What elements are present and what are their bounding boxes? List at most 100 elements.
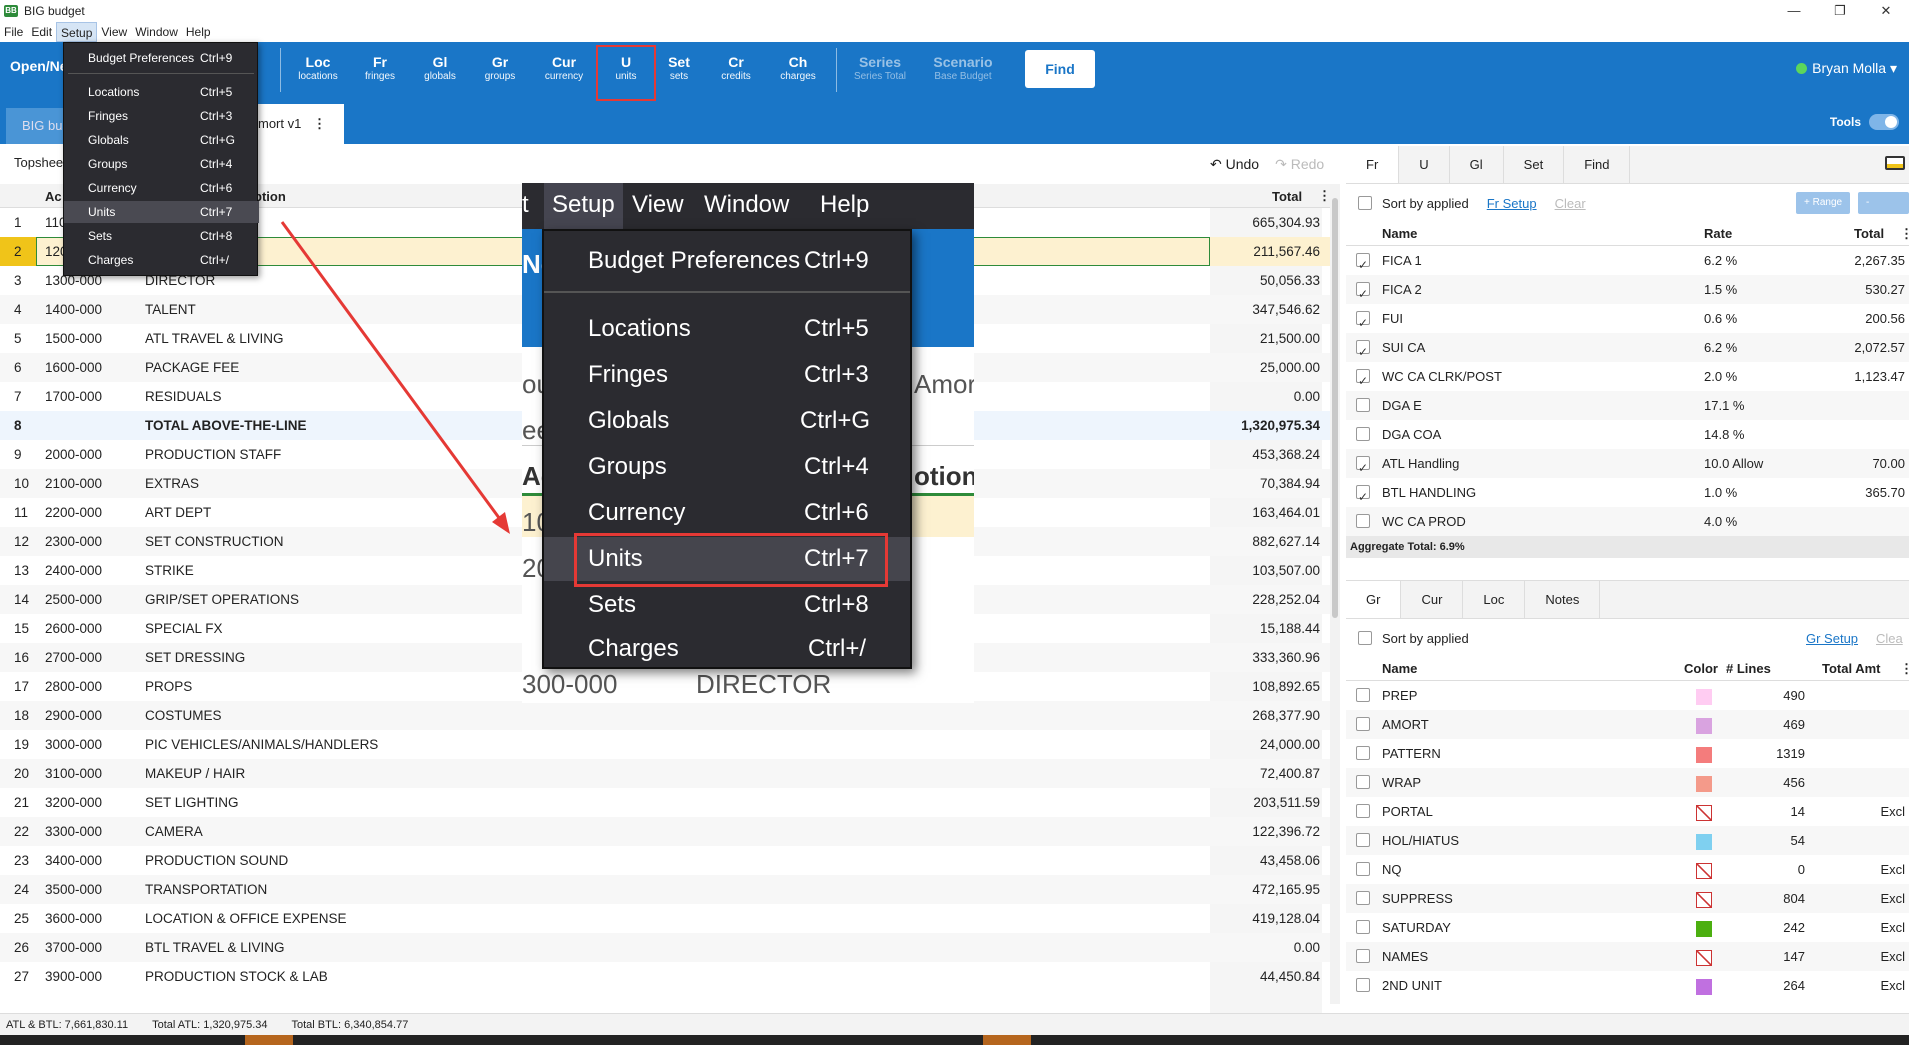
column-menu-icon[interactable]: ⋮ bbox=[1900, 657, 1909, 681]
taskbar-item[interactable] bbox=[245, 1035, 293, 1045]
menu-help[interactable]: Help bbox=[182, 22, 215, 42]
col-account[interactable]: Ac bbox=[45, 189, 62, 204]
scroll-thumb[interactable] bbox=[1332, 198, 1338, 618]
apply-checkbox[interactable] bbox=[1356, 398, 1370, 412]
apply-checkbox[interactable] bbox=[1356, 338, 1370, 367]
clear-link[interactable]: Clea bbox=[1876, 631, 1903, 646]
fringe-row[interactable]: ATL Handling 10.0 Allow 70.00 bbox=[1346, 449, 1909, 483]
apply-checkbox[interactable] bbox=[1356, 717, 1370, 731]
col-total-amt[interactable]: Total Amt bbox=[1822, 657, 1881, 681]
fringe-row[interactable]: BTL HANDLING 1.0 % 365.70 bbox=[1346, 478, 1909, 512]
toggle-switch[interactable] bbox=[1869, 114, 1899, 130]
units-button[interactable]: Uunits bbox=[596, 45, 656, 101]
sort-checkbox[interactable] bbox=[1358, 196, 1372, 210]
remove-range-button[interactable]: - Range bbox=[1858, 192, 1909, 230]
col-name[interactable]: Name bbox=[1382, 222, 1417, 246]
group-row[interactable]: HOL/HIATUS 54 bbox=[1346, 826, 1909, 855]
credits-button[interactable]: Cr credits bbox=[708, 54, 764, 84]
apply-checkbox[interactable] bbox=[1356, 775, 1370, 789]
apply-checkbox[interactable] bbox=[1356, 309, 1370, 338]
menu-item-units[interactable]: Units Ctrl+7 bbox=[64, 201, 259, 223]
col-rate[interactable]: Rate bbox=[1704, 222, 1732, 246]
more-vert-icon[interactable]: ⋮ bbox=[313, 116, 326, 131]
apply-checkbox[interactable] bbox=[1356, 978, 1370, 992]
add-range-button[interactable]: + Range bbox=[1796, 192, 1851, 214]
tab-big-budget[interactable]: BIG bu bbox=[6, 108, 68, 144]
menu-item-globals[interactable]: Globals Ctrl+G bbox=[64, 129, 259, 151]
table-row[interactable]: 24 3500-000 TRANSPORTATION 472,165.95 bbox=[0, 875, 1330, 904]
tab-globals[interactable]: Gl bbox=[1450, 146, 1504, 183]
apply-checkbox[interactable] bbox=[1356, 746, 1370, 760]
table-row[interactable]: 22 3300-000 CAMERA 122,396.72 bbox=[0, 817, 1330, 846]
group-row[interactable]: 2ND UNIT 264 Excl bbox=[1346, 971, 1909, 1000]
tab-units[interactable]: U bbox=[1399, 146, 1450, 183]
fringe-row[interactable]: DGA COA 14.8 % bbox=[1346, 420, 1909, 449]
clear-link[interactable]: Clear bbox=[1555, 196, 1586, 211]
currency-button[interactable]: Cur currency bbox=[536, 54, 592, 84]
col-color[interactable]: Color bbox=[1684, 657, 1718, 681]
col-name[interactable]: Name bbox=[1382, 657, 1417, 681]
apply-checkbox[interactable] bbox=[1356, 427, 1370, 441]
sort-checkbox[interactable] bbox=[1358, 631, 1372, 645]
col-lines[interactable]: # Lines bbox=[1726, 657, 1771, 681]
vertical-scrollbar[interactable] bbox=[1330, 184, 1340, 1004]
apply-checkbox[interactable] bbox=[1356, 454, 1370, 483]
apply-checkbox[interactable] bbox=[1356, 688, 1370, 702]
find-button[interactable]: Find bbox=[1025, 50, 1095, 88]
series-button[interactable]: Series Series Total bbox=[846, 54, 914, 84]
locations-button[interactable]: Loc locations bbox=[290, 54, 346, 84]
menu-window[interactable]: Window bbox=[131, 22, 182, 42]
globals-button[interactable]: Gl globals bbox=[412, 54, 468, 84]
redo-button[interactable]: ↷ Redo bbox=[1275, 156, 1324, 173]
undo-button[interactable]: ↶ Undo bbox=[1210, 156, 1259, 173]
user-menu[interactable]: Bryan Molla ▾ bbox=[1796, 60, 1897, 77]
menu-item-groups[interactable]: Groups Ctrl+4 bbox=[64, 153, 259, 175]
table-row[interactable]: 21 3200-000 SET LIGHTING 203,511.59 bbox=[0, 788, 1330, 817]
menu-item-sets[interactable]: Sets Ctrl+8 bbox=[64, 225, 259, 247]
column-menu-icon[interactable]: ⋮ bbox=[1900, 222, 1909, 246]
menu-setup[interactable]: Setup bbox=[56, 22, 98, 42]
tools-toggle[interactable]: Tools bbox=[1830, 114, 1899, 130]
tab-find[interactable]: Find bbox=[1564, 146, 1631, 183]
fringe-row[interactable]: FICA 1 6.2 % 2,267.35 bbox=[1346, 246, 1909, 280]
table-row[interactable]: 26 3700-000 BTL TRAVEL & LIVING 0.00 bbox=[0, 933, 1330, 962]
tab-groups[interactable]: Gr bbox=[1346, 581, 1402, 618]
groups-button[interactable]: Gr groups bbox=[472, 54, 528, 84]
fringe-row[interactable]: FICA 2 1.5 % 530.27 bbox=[1346, 275, 1909, 309]
minimize-icon[interactable]: — bbox=[1771, 0, 1817, 22]
apply-checkbox[interactable] bbox=[1356, 804, 1370, 818]
group-row[interactable]: SUPPRESS 804 Excl bbox=[1346, 884, 1909, 913]
table-row[interactable]: 27 3900-000 PRODUCTION STOCK & LAB 44,450.8… bbox=[0, 962, 1330, 991]
close-icon[interactable]: ✕ bbox=[1863, 0, 1909, 22]
menu-file[interactable]: File bbox=[0, 22, 27, 42]
table-row[interactable]: 20 3100-000 MAKEUP / HAIR 72,400.87 bbox=[0, 759, 1330, 788]
group-row[interactable]: AMORT 469 bbox=[1346, 710, 1909, 739]
sets-button[interactable]: Set sets bbox=[651, 54, 707, 84]
group-row[interactable]: NQ 0 Excl bbox=[1346, 855, 1909, 884]
apply-checkbox[interactable] bbox=[1356, 514, 1370, 528]
fringe-row[interactable]: FUI 0.6 % 200.56 bbox=[1346, 304, 1909, 338]
apply-checkbox[interactable] bbox=[1356, 367, 1370, 396]
scenario-button[interactable]: Scenario Base Budget bbox=[928, 54, 998, 84]
menu-item-budget-preferences[interactable]: Budget Preferences Ctrl+9 bbox=[64, 47, 259, 69]
table-row[interactable]: 19 3000-000 PIC VEHICLES/ANIMALS/HANDLERS 2… bbox=[0, 730, 1330, 759]
table-row[interactable]: 18 2900-000 COSTUMES 268,377.90 bbox=[0, 701, 1330, 730]
fringe-row[interactable]: DGA E 17.1 % bbox=[1346, 391, 1909, 420]
menu-edit[interactable]: Edit bbox=[27, 22, 56, 42]
col-total[interactable]: Total bbox=[1854, 222, 1884, 246]
fr-setup-link[interactable]: Fr Setup bbox=[1487, 196, 1537, 211]
tab-sets[interactable]: Set bbox=[1504, 146, 1565, 183]
apply-checkbox[interactable] bbox=[1356, 833, 1370, 847]
menu-item-charges[interactable]: Charges Ctrl+/ bbox=[64, 249, 259, 271]
table-row[interactable]: 23 3400-000 PRODUCTION SOUND 43,458.06 bbox=[0, 846, 1330, 875]
open-new-button[interactable]: Open/Ne bbox=[10, 58, 68, 74]
group-row[interactable]: WRAP 456 bbox=[1346, 768, 1909, 797]
menu-item-fringes[interactable]: Fringes Ctrl+3 bbox=[64, 105, 259, 127]
tab-currency[interactable]: Cur bbox=[1401, 581, 1464, 618]
apply-checkbox[interactable] bbox=[1356, 891, 1370, 905]
apply-checkbox[interactable] bbox=[1356, 483, 1370, 512]
apply-checkbox[interactable] bbox=[1356, 251, 1370, 280]
apply-checkbox[interactable] bbox=[1356, 862, 1370, 876]
col-total[interactable]: Total bbox=[1272, 189, 1302, 204]
menu-item-currency[interactable]: Currency Ctrl+6 bbox=[64, 177, 259, 199]
